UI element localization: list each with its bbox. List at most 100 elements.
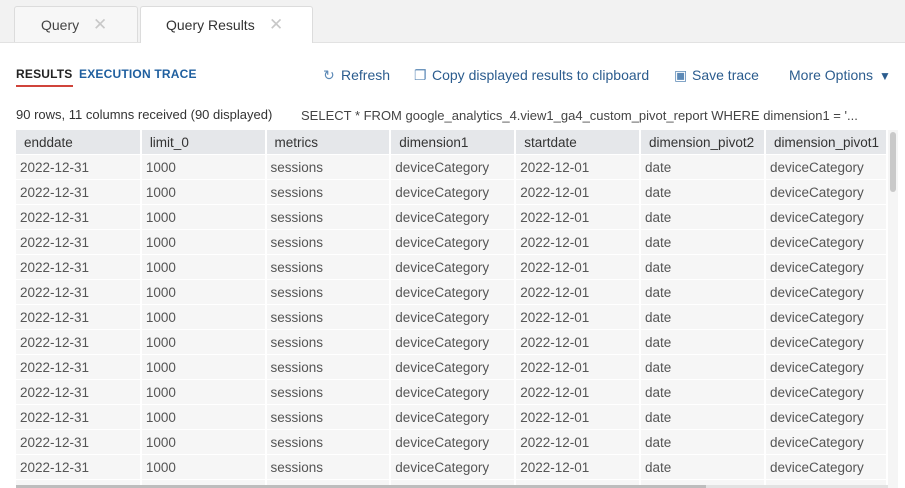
table-cell[interactable]: sessions: [265, 379, 392, 405]
table-cell[interactable]: 2022-12-01: [515, 154, 642, 180]
tab-query[interactable]: Query ✕: [14, 6, 138, 42]
table-cell[interactable]: 2022-12-01: [515, 179, 642, 205]
column-header[interactable]: dimension_pivot1: [764, 130, 888, 155]
copy-results-button[interactable]: ❐ Copy displayed results to clipboard: [414, 67, 649, 84]
table-cell[interactable]: deviceCategory: [764, 429, 888, 455]
table-cell[interactable]: 2022-12-01: [515, 254, 642, 280]
table-cell[interactable]: deviceCategory: [390, 154, 517, 180]
table-cell[interactable]: 2022-12-31: [16, 379, 142, 405]
table-cell[interactable]: 2022-12-31: [16, 154, 142, 180]
table-cell[interactable]: deviceCategory: [390, 354, 517, 380]
refresh-button[interactable]: ↻ Refresh: [323, 67, 390, 84]
table-cell[interactable]: sessions: [265, 279, 392, 305]
table-cell[interactable]: sessions: [265, 454, 392, 480]
table-cell[interactable]: 2022-12-01: [515, 454, 642, 480]
table-cell[interactable]: 2022-12-01: [515, 379, 642, 405]
table-cell[interactable]: 1000: [140, 179, 267, 205]
table-cell[interactable]: 2022-12-31: [16, 229, 142, 255]
table-cell[interactable]: deviceCategory: [390, 379, 517, 405]
table-cell[interactable]: deviceCategory: [764, 254, 888, 280]
table-cell[interactable]: date: [640, 329, 766, 355]
table-cell[interactable]: 1000: [140, 354, 267, 380]
table-cell[interactable]: date: [640, 354, 766, 380]
table-cell[interactable]: 1000: [140, 279, 267, 305]
table-cell[interactable]: deviceCategory: [764, 279, 888, 305]
subtab-execution-trace[interactable]: EXECUTION TRACE: [79, 67, 197, 81]
column-header[interactable]: dimension_pivot2: [640, 130, 766, 155]
table-cell[interactable]: 1000: [140, 454, 267, 480]
table-cell[interactable]: 2022-12-01: [515, 229, 642, 255]
table-cell[interactable]: 2022-12-01: [515, 304, 642, 330]
table-cell[interactable]: 2022-12-01: [515, 204, 642, 230]
table-cell[interactable]: deviceCategory: [764, 404, 888, 430]
table-cell[interactable]: sessions: [265, 179, 392, 205]
table-row[interactable]: 2022-12-311000sessionsdeviceCategory2022…: [16, 229, 888, 255]
table-cell[interactable]: date: [640, 279, 766, 305]
table-row[interactable]: 2022-12-311000sessionsdeviceCategory2022…: [16, 254, 888, 280]
table-cell[interactable]: 2022-12-01: [515, 404, 642, 430]
table-cell[interactable]: deviceCategory: [390, 254, 517, 280]
table-cell[interactable]: 2022-12-01: [515, 354, 642, 380]
table-cell[interactable]: deviceCategory: [764, 154, 888, 180]
table-cell[interactable]: date: [640, 429, 766, 455]
subtab-results[interactable]: RESULTS: [16, 67, 73, 87]
table-cell[interactable]: sessions: [265, 404, 392, 430]
table-cell[interactable]: date: [640, 154, 766, 180]
table-cell[interactable]: deviceCategory: [390, 279, 517, 305]
table-cell[interactable]: sessions: [265, 154, 392, 180]
table-cell[interactable]: sessions: [265, 254, 392, 280]
table-cell[interactable]: deviceCategory: [390, 329, 517, 355]
vertical-scrollbar[interactable]: [888, 130, 898, 488]
table-cell[interactable]: deviceCategory: [390, 454, 517, 480]
table-cell[interactable]: deviceCategory: [390, 304, 517, 330]
table-row[interactable]: 2022-12-311000sessionsdeviceCategory2022…: [16, 354, 888, 380]
table-cell[interactable]: deviceCategory: [764, 329, 888, 355]
table-cell[interactable]: date: [640, 204, 766, 230]
table-cell[interactable]: date: [640, 229, 766, 255]
table-cell[interactable]: 2022-12-31: [16, 304, 142, 330]
table-cell[interactable]: date: [640, 379, 766, 405]
table-cell[interactable]: deviceCategory: [764, 204, 888, 230]
table-row[interactable]: 2022-12-311000sessions deviceCategory 2022…: [16, 179, 888, 205]
table-cell[interactable]: date: [640, 179, 766, 205]
table-cell[interactable]: date: [640, 404, 766, 430]
table-cell[interactable]: 2022-12-31: [16, 254, 142, 280]
table-cell[interactable]: 2022-12-31: [16, 354, 142, 380]
table-cell[interactable]: 1000: [140, 229, 267, 255]
table-cell[interactable]: deviceCategory: [390, 429, 517, 455]
save-trace-button[interactable]: ▣ Save trace: [674, 67, 759, 84]
table-cell[interactable]: deviceCategory: [764, 304, 888, 330]
table-cell[interactable]: 1000: [140, 404, 267, 430]
table-cell[interactable]: 1000: [140, 154, 267, 180]
column-header[interactable]: startdate: [515, 130, 642, 155]
column-header[interactable]: limit_0: [140, 130, 267, 155]
column-header[interactable]: metrics: [265, 130, 392, 155]
table-cell[interactable]: 1000: [140, 204, 267, 230]
table-cell[interactable]: deviceCategory: [764, 354, 888, 380]
table-row[interactable]: 2022-12-311000sessionsdeviceCategory2022…: [16, 279, 888, 305]
table-cell[interactable]: deviceCategory: [764, 454, 888, 480]
table-cell[interactable]: sessions: [265, 329, 392, 355]
table-cell[interactable]: 2022-12-01: [515, 279, 642, 305]
table-cell[interactable]: date: [640, 454, 766, 480]
table-cell[interactable]: 1000: [140, 429, 267, 455]
table-cell[interactable]: deviceCategory: [764, 229, 888, 255]
table-cell[interactable]: date: [640, 304, 766, 330]
table-cell[interactable]: deviceCategory: [764, 179, 888, 205]
table-cell[interactable]: 1000: [140, 254, 267, 280]
table-row[interactable]: 2022-12-311000sessionsdeviceCategory2022…: [16, 454, 888, 480]
table-row[interactable]: 2022-12-311000sessionsdeviceCategory2022…: [16, 429, 888, 455]
table-cell[interactable]: 1000: [140, 304, 267, 330]
table-cell[interactable]: 2022-12-31: [16, 429, 142, 455]
table-cell[interactable]: 2022-12-01: [515, 329, 642, 355]
table-cell[interactable]: deviceCategory: [764, 379, 888, 405]
table-cell[interactable]: 2022-12-31: [16, 179, 142, 205]
table-cell[interactable]: 2022-12-31: [16, 329, 142, 355]
table-cell[interactable]: 1000: [140, 379, 267, 405]
close-icon[interactable]: ✕: [269, 7, 283, 43]
table-row[interactable]: 2022-12-311000sessionsdeviceCategory2022…: [16, 204, 888, 230]
table-cell[interactable]: 2022-12-31: [16, 279, 142, 305]
close-icon[interactable]: ✕: [93, 7, 107, 43]
table-row[interactable]: 2022-12-311000sessionsdeviceCategory2022…: [16, 154, 888, 180]
table-cell[interactable]: 1000: [140, 329, 267, 355]
